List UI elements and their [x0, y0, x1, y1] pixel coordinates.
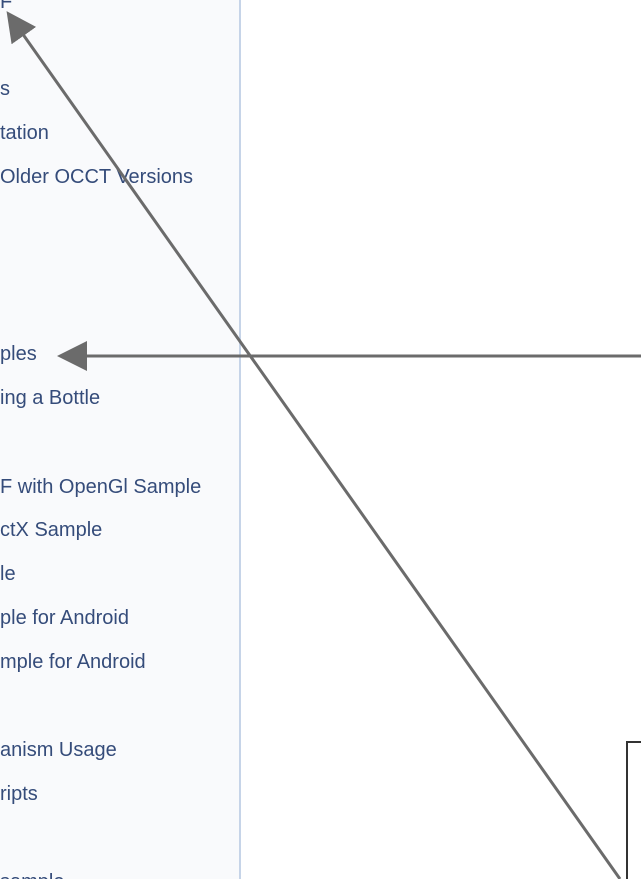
callout-box [626, 741, 641, 879]
nav-list: F s tation Older OCCT Versions ples ing … [0, 0, 239, 879]
nav-item[interactable]: mple for Android [0, 651, 146, 673]
nav-item[interactable]: ctX Sample [0, 519, 102, 541]
nav-item[interactable]: s [0, 78, 10, 100]
nav-item[interactable]: ripts [0, 783, 38, 805]
navigation-sidebar: F s tation Older OCCT Versions ples ing … [0, 0, 241, 879]
nav-item[interactable]: le [0, 563, 16, 585]
nav-item[interactable]: tation [0, 122, 49, 144]
nav-item[interactable]: ple for Android [0, 607, 129, 629]
nav-item[interactable]: ples [0, 343, 37, 365]
page: F s tation Older OCCT Versions ples ing … [0, 0, 641, 879]
nav-item[interactable]: anism Usage [0, 739, 117, 761]
nav-item[interactable]: F with OpenGl Sample [0, 476, 201, 498]
nav-item[interactable]: sample [0, 871, 64, 879]
nav-item[interactable]: ing a Bottle [0, 387, 100, 409]
nav-item[interactable]: F [0, 0, 12, 13]
nav-item[interactable]: Older OCCT Versions [0, 166, 193, 188]
